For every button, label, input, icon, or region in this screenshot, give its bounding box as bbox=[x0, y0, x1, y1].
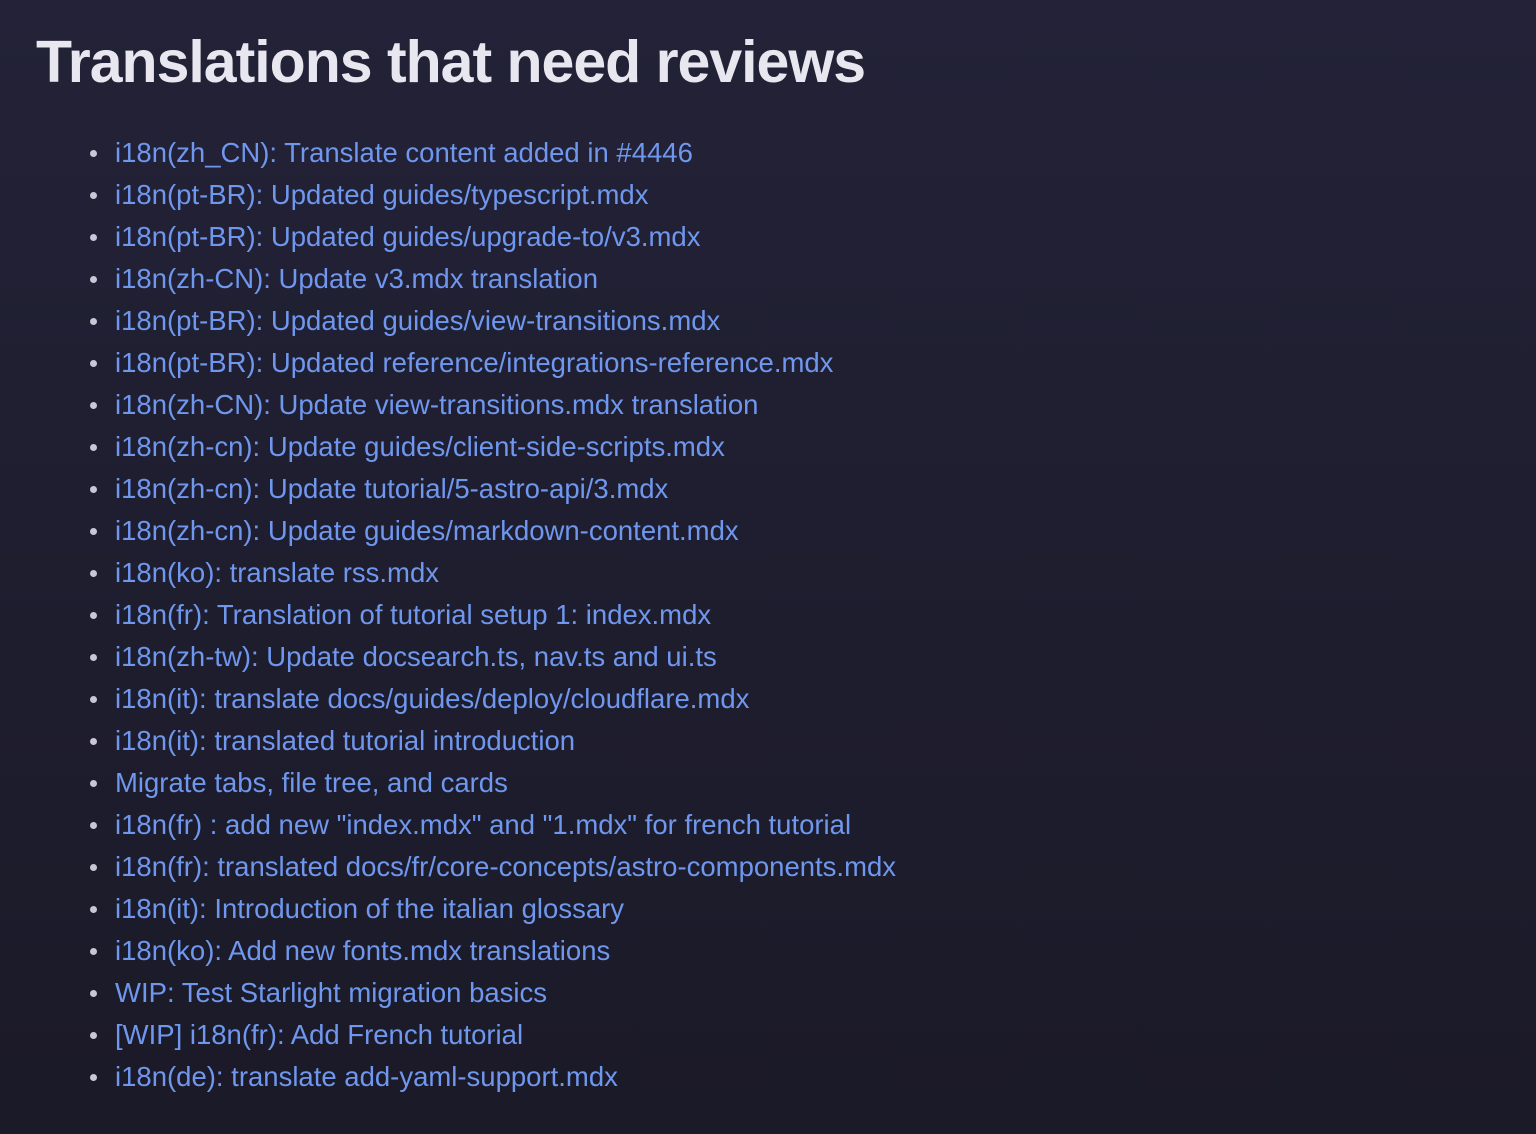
list-item: i18n(ko): Add new fonts.mdx translations bbox=[90, 930, 896, 972]
bullet-icon bbox=[90, 654, 97, 661]
bullet-icon bbox=[90, 570, 97, 577]
bullet-icon bbox=[90, 318, 97, 325]
list-item: i18n(it): translate docs/guides/deploy/c… bbox=[90, 678, 896, 720]
pull-request-link[interactable]: Migrate tabs, file tree, and cards bbox=[115, 767, 508, 798]
list-item: i18n(zh-cn): Update guides/markdown-cont… bbox=[90, 510, 896, 552]
list-item: i18n(zh-CN): Update v3.mdx translation bbox=[90, 258, 896, 300]
list-item: i18n(fr) : add new "index.mdx" and "1.md… bbox=[90, 804, 896, 846]
list-item: i18n(it): translated tutorial introducti… bbox=[90, 720, 896, 762]
pull-request-link[interactable]: i18n(it): translated tutorial introducti… bbox=[115, 725, 575, 756]
bullet-icon bbox=[90, 906, 97, 913]
pull-request-link[interactable]: i18n(pt-BR): Updated guides/upgrade-to/v… bbox=[115, 221, 700, 252]
bullet-icon bbox=[90, 738, 97, 745]
list-item: i18n(de): translate add-yaml-support.mdx bbox=[90, 1056, 896, 1098]
bullet-icon bbox=[90, 234, 97, 241]
bullet-icon bbox=[90, 444, 97, 451]
list-item: [WIP] i18n(fr): Add French tutorial bbox=[90, 1014, 896, 1056]
list-item: Migrate tabs, file tree, and cards bbox=[90, 762, 896, 804]
list-item: WIP: Test Starlight migration basics bbox=[90, 972, 896, 1014]
pull-request-link[interactable]: i18n(pt-BR): Updated guides/view-transit… bbox=[115, 305, 720, 336]
pull-request-link[interactable]: WIP: Test Starlight migration basics bbox=[115, 977, 547, 1008]
page: Translations that need reviews i18n(zh_C… bbox=[0, 0, 1536, 1134]
pull-request-link[interactable]: i18n(zh-cn): Update tutorial/5-astro-api… bbox=[115, 473, 668, 504]
bullet-icon bbox=[90, 192, 97, 199]
list-item: i18n(pt-BR): Updated guides/view-transit… bbox=[90, 300, 896, 342]
page-title: Translations that need reviews bbox=[36, 29, 866, 95]
list-item: i18n(zh_CN): Translate content added in … bbox=[90, 132, 896, 174]
pull-request-link[interactable]: i18n(it): translate docs/guides/deploy/c… bbox=[115, 683, 749, 714]
list-item: i18n(zh-tw): Update docsearch.ts, nav.ts… bbox=[90, 636, 896, 678]
pull-request-link[interactable]: i18n(zh-cn): Update guides/markdown-cont… bbox=[115, 515, 739, 546]
pull-request-link[interactable]: i18n(zh-CN): Update view-transitions.mdx… bbox=[115, 389, 758, 420]
pull-request-link[interactable]: i18n(fr) : add new "index.mdx" and "1.md… bbox=[115, 809, 851, 840]
pull-request-link[interactable]: i18n(ko): translate rss.mdx bbox=[115, 557, 439, 588]
pull-request-link[interactable]: i18n(zh-cn): Update guides/client-side-s… bbox=[115, 431, 725, 462]
pull-request-list: i18n(zh_CN): Translate content added in … bbox=[90, 132, 896, 1098]
bullet-icon bbox=[90, 990, 97, 997]
pull-request-link[interactable]: i18n(it): Introduction of the italian gl… bbox=[115, 893, 624, 924]
bullet-icon bbox=[90, 780, 97, 787]
list-item: i18n(zh-cn): Update guides/client-side-s… bbox=[90, 426, 896, 468]
list-item: i18n(zh-cn): Update tutorial/5-astro-api… bbox=[90, 468, 896, 510]
bullet-icon bbox=[90, 150, 97, 157]
pull-request-link[interactable]: i18n(pt-BR): Updated guides/typescript.m… bbox=[115, 179, 648, 210]
pull-request-link[interactable]: i18n(zh-CN): Update v3.mdx translation bbox=[115, 263, 598, 294]
list-item: i18n(pt-BR): Updated guides/upgrade-to/v… bbox=[90, 216, 896, 258]
bullet-icon bbox=[90, 696, 97, 703]
pull-request-link[interactable]: i18n(zh_CN): Translate content added in … bbox=[115, 137, 693, 168]
bullet-icon bbox=[90, 402, 97, 409]
bullet-icon bbox=[90, 486, 97, 493]
bullet-icon bbox=[90, 528, 97, 535]
bullet-icon bbox=[90, 360, 97, 367]
pull-request-link[interactable]: i18n(de): translate add-yaml-support.mdx bbox=[115, 1061, 618, 1092]
bullet-icon bbox=[90, 822, 97, 829]
list-item: i18n(pt-BR): Updated reference/integrati… bbox=[90, 342, 896, 384]
bullet-icon bbox=[90, 1032, 97, 1039]
list-item: i18n(zh-CN): Update view-transitions.mdx… bbox=[90, 384, 896, 426]
list-item: i18n(fr): Translation of tutorial setup … bbox=[90, 594, 896, 636]
list-item: i18n(it): Introduction of the italian gl… bbox=[90, 888, 896, 930]
pull-request-link[interactable]: [WIP] i18n(fr): Add French tutorial bbox=[115, 1019, 523, 1050]
pull-request-link[interactable]: i18n(ko): Add new fonts.mdx translations bbox=[115, 935, 610, 966]
bullet-icon bbox=[90, 612, 97, 619]
bullet-icon bbox=[90, 1074, 97, 1081]
pull-request-link[interactable]: i18n(pt-BR): Updated reference/integrati… bbox=[115, 347, 833, 378]
bullet-icon bbox=[90, 864, 97, 871]
pull-request-link[interactable]: i18n(fr): translated docs/fr/core-concep… bbox=[115, 851, 896, 882]
bullet-icon bbox=[90, 948, 97, 955]
pull-request-link[interactable]: i18n(zh-tw): Update docsearch.ts, nav.ts… bbox=[115, 641, 717, 672]
list-item: i18n(ko): translate rss.mdx bbox=[90, 552, 896, 594]
bullet-icon bbox=[90, 276, 97, 283]
list-item: i18n(pt-BR): Updated guides/typescript.m… bbox=[90, 174, 896, 216]
list-item: i18n(fr): translated docs/fr/core-concep… bbox=[90, 846, 896, 888]
pull-request-link[interactable]: i18n(fr): Translation of tutorial setup … bbox=[115, 599, 711, 630]
